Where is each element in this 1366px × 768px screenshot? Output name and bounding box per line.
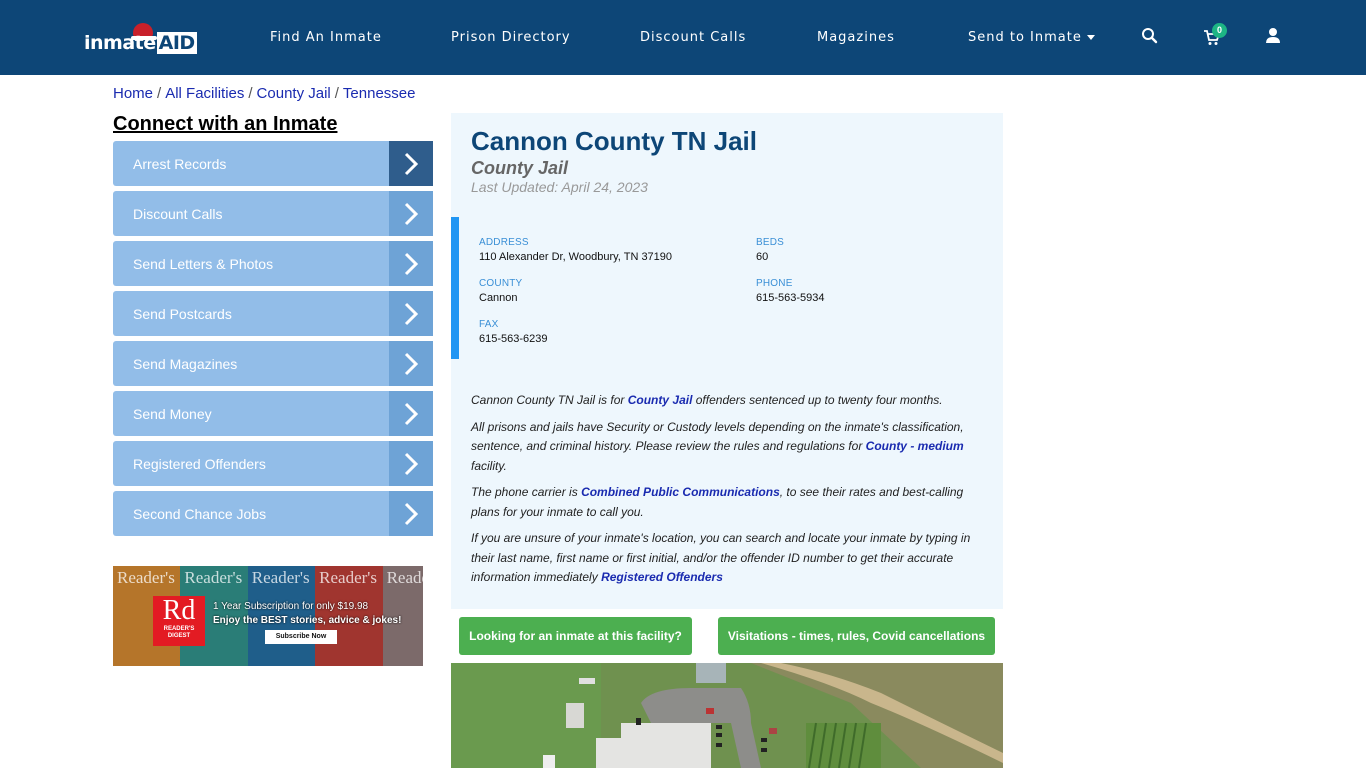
- inmateaid-logo[interactable]: inmate AID: [84, 22, 197, 58]
- chevron-right-icon: [389, 391, 433, 436]
- sidebar-menu: Arrest Records Discount Calls Send Lette…: [113, 141, 433, 541]
- last-updated: Last Updated: April 24, 2023: [471, 179, 648, 195]
- breadcrumb-all-facilities[interactable]: All Facilities: [165, 85, 244, 102]
- registered-offenders-link[interactable]: Registered Offenders: [601, 570, 723, 584]
- breadcrumb-home[interactable]: Home: [113, 85, 153, 102]
- find-inmate-at-facility-button[interactable]: Looking for an inmate at this facility?: [459, 617, 692, 655]
- beds-field: BEDS 60: [756, 237, 785, 263]
- search-icon[interactable]: [1140, 26, 1160, 46]
- satellite-image: [451, 663, 1003, 768]
- description-paragraph: The phone carrier is Combined Public Com…: [471, 485, 964, 519]
- description-paragraph: If you are unsure of your inmate's locat…: [471, 531, 971, 584]
- breadcrumb-separator: /: [157, 85, 162, 102]
- facility-name: Cannon County TN Jail: [471, 126, 757, 156]
- subscribe-now-button[interactable]: Subscribe Now: [265, 630, 337, 644]
- description-paragraph: Cannon County TN Jail is for County Jail…: [471, 393, 943, 407]
- chevron-right-icon: [389, 241, 433, 286]
- chevron-right-icon: [389, 441, 433, 486]
- sidebar-item-label: Send Money: [133, 405, 212, 422]
- sidebar-item-send-postcards[interactable]: Send Postcards: [113, 291, 433, 336]
- chevron-right-icon: [389, 141, 433, 186]
- sidebar-item-label: Arrest Records: [133, 155, 227, 172]
- phone-field: PHONE 615-563-5934: [756, 278, 825, 304]
- chevron-right-icon: [389, 291, 433, 336]
- readers-digest-logo: Rd READER'S DIGEST: [153, 596, 205, 646]
- nav-magazines[interactable]: Magazines: [817, 30, 895, 45]
- cart-count-badge: 0: [1212, 23, 1227, 38]
- chevron-right-icon: [389, 491, 433, 536]
- description-paragraph: All prisons and jails have Security or C…: [471, 419, 964, 473]
- user-icon[interactable]: [1263, 26, 1283, 46]
- nav-discount-calls[interactable]: Discount Calls: [640, 30, 746, 45]
- top-navbar: inmate AID Find An Inmate Prison Director…: [0, 0, 1366, 75]
- nav-send-to-inmate[interactable]: Send to Inmate: [968, 30, 1095, 45]
- breadcrumb: Home / All Facilities / County Jail / Tennesse…: [113, 85, 415, 102]
- county-jail-link[interactable]: County Jail: [628, 393, 693, 407]
- breadcrumb-county-jail[interactable]: County Jail: [257, 85, 331, 102]
- ad-tagline: Enjoy the BEST stories, advice & jokes!: [213, 615, 402, 626]
- address-field: ADDRESS 110 Alexander Dr, Woodbury, TN 3…: [479, 237, 673, 263]
- sidebar-item-label: Second Chance Jobs: [133, 505, 267, 522]
- chevron-right-icon: [389, 191, 433, 236]
- sidebar-item-label: Registered Offenders: [133, 455, 266, 472]
- sidebar-item-label: Discount Calls: [133, 205, 223, 222]
- nav-find-an-inmate[interactable]: Find An Inmate: [270, 30, 382, 45]
- nav-send-to-inmate-label: Send to Inmate: [968, 30, 1082, 45]
- sidebar-item-label: Send Magazines: [133, 355, 238, 372]
- county-field: COUNTY Cannon: [479, 278, 523, 304]
- facility-card: Cannon County TN Jail County Jail Last U…: [451, 113, 1003, 609]
- sidebar-item-label: Send Letters & Photos: [133, 255, 274, 272]
- nav-prison-directory[interactable]: Prison Directory: [451, 30, 571, 45]
- county-medium-link[interactable]: County - medium: [866, 439, 964, 453]
- sidebar-item-send-magazines[interactable]: Send Magazines: [113, 341, 433, 386]
- sidebar-item-label: Send Postcards: [133, 305, 232, 322]
- visitations-button[interactable]: Visitations - times, rules, Covid cancel…: [718, 617, 995, 655]
- facility-description: Cannon County TN Jail is for County Jail…: [471, 391, 981, 595]
- logo-accent: AID: [156, 32, 197, 54]
- sidebar-item-second-chance-jobs[interactable]: Second Chance Jobs: [113, 491, 433, 536]
- facility-info-panel: ADDRESS 110 Alexander Dr, Woodbury, TN 3…: [451, 217, 1003, 359]
- sidebar-item-arrest-records[interactable]: Arrest Records: [113, 141, 433, 186]
- sidebar-item-registered-offenders[interactable]: Registered Offenders: [113, 441, 433, 486]
- facility-type: County Jail: [471, 158, 569, 178]
- ad-offer-text: 1 Year Subscription for only $19.98: [213, 601, 369, 612]
- sidebar-item-discount-calls[interactable]: Discount Calls: [113, 191, 433, 236]
- facility-satellite-map[interactable]: [451, 663, 1003, 768]
- chevron-right-icon: [389, 341, 433, 386]
- breadcrumb-tennessee[interactable]: Tennessee: [343, 85, 416, 102]
- caret-down-icon: [1086, 35, 1095, 40]
- logo-text: inmate: [84, 32, 156, 54]
- breadcrumb-separator: /: [334, 85, 339, 102]
- sidebar-item-send-money[interactable]: Send Money: [113, 391, 433, 436]
- fax-field: FAX 615-563-6239: [479, 319, 548, 345]
- readers-digest-ad-banner[interactable]: Reader's Reader's Reader's Reader's Read…: [113, 566, 423, 666]
- phone-carrier-link[interactable]: Combined Public Communications: [581, 485, 780, 499]
- breadcrumb-separator: /: [248, 85, 253, 102]
- sidebar-title[interactable]: Connect with an Inmate: [113, 113, 337, 136]
- sidebar-item-send-letters-photos[interactable]: Send Letters & Photos: [113, 241, 433, 286]
